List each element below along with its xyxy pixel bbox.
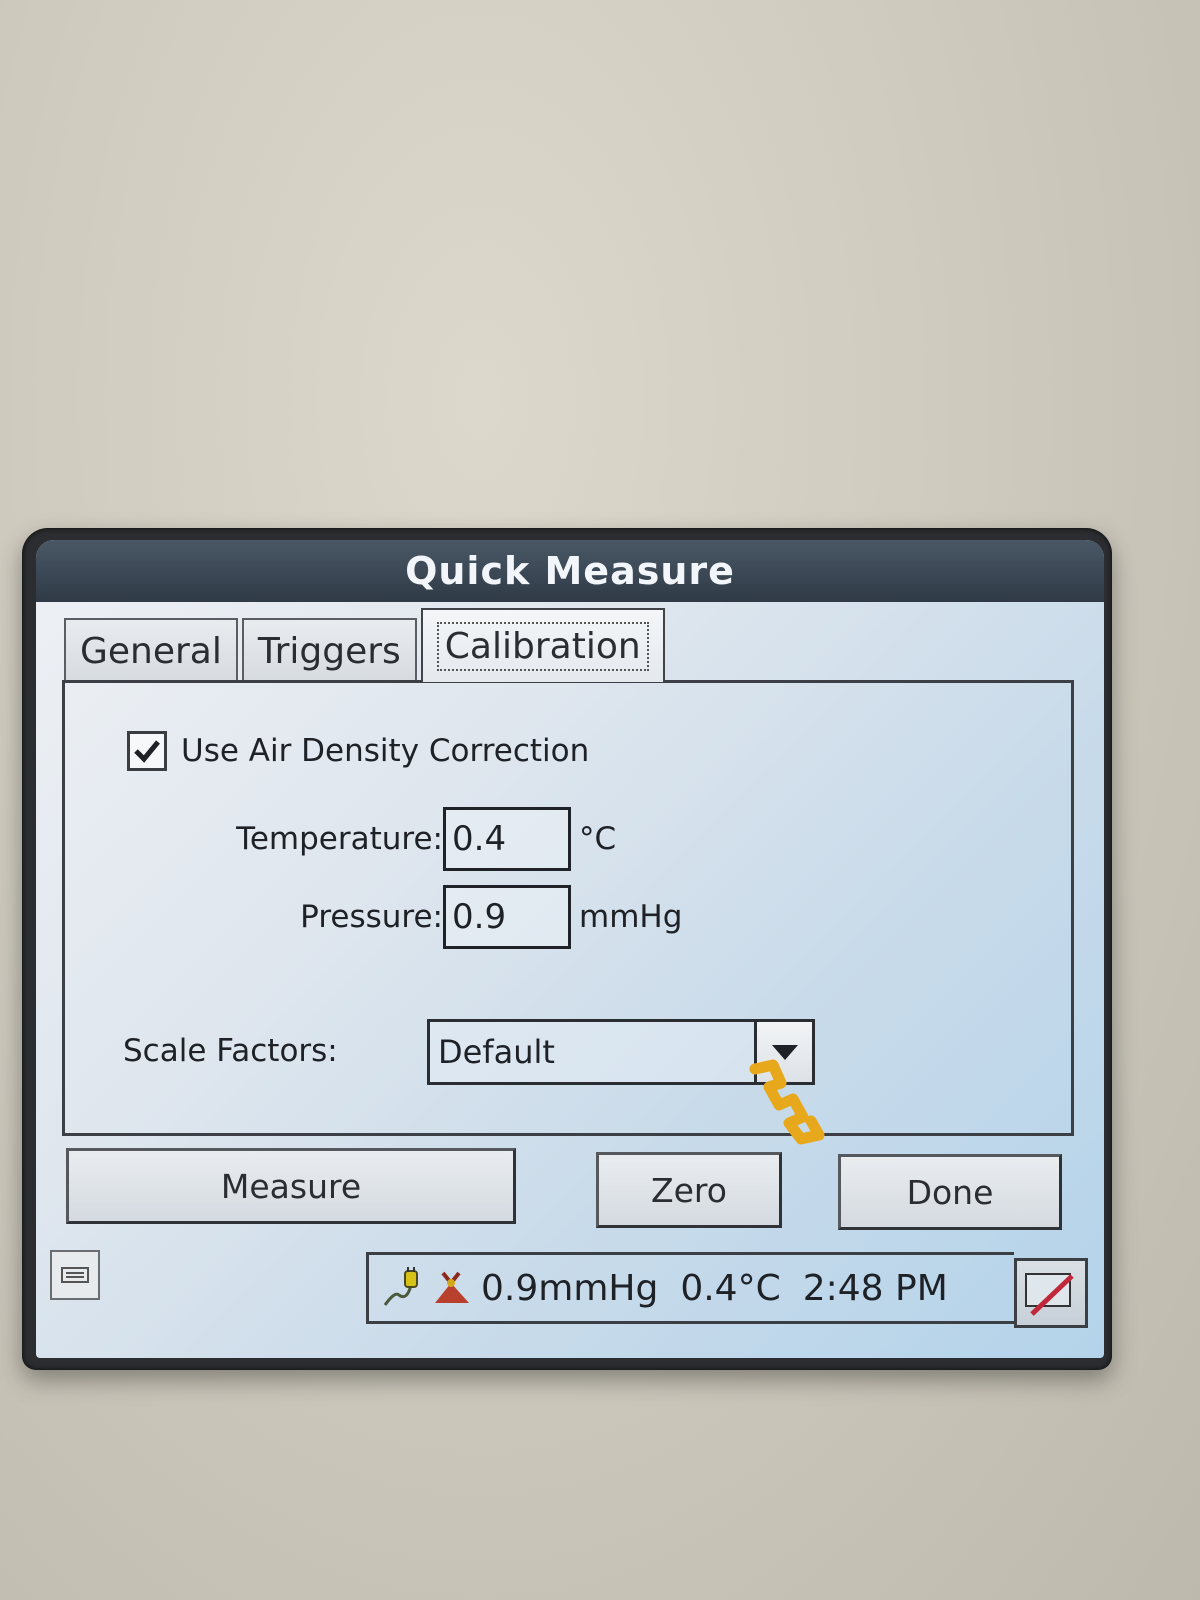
air-density-checkbox[interactable] [127, 731, 167, 771]
tool-status-icon[interactable] [429, 1265, 475, 1311]
taskbar: 0.9mmHg 0.4°C 2:48 PM [36, 1240, 1104, 1358]
title-bar: Quick Measure [36, 540, 1104, 602]
pressure-input[interactable]: 0.9 [443, 885, 571, 949]
tab-general-label: General [80, 630, 222, 672]
pen-glyph-icon [1025, 1273, 1074, 1316]
system-tray: 0.9mmHg 0.4°C 2:48 PM [366, 1252, 1014, 1324]
taskbar-clock[interactable]: 2:48 PM [803, 1268, 948, 1309]
tab-calibration[interactable]: Calibration [420, 608, 665, 682]
scale-factors-value: Default [438, 1033, 555, 1071]
done-button[interactable]: Done [838, 1154, 1062, 1230]
scale-factors-label: Scale Factors: [123, 1033, 338, 1069]
taskbar-temperature: 0.4°C [680, 1267, 781, 1309]
pressure-row: Pressure: 0.9 mmHg [233, 885, 682, 949]
tab-strip: General Triggers Calibration [64, 608, 669, 682]
busy-cursor-icon [749, 1059, 825, 1145]
calibration-panel: Use Air Density Correction Temperature: … [62, 680, 1074, 1145]
tab-general[interactable]: General [64, 618, 238, 682]
measure-button[interactable]: Measure [66, 1148, 516, 1224]
temperature-label: Temperature: [236, 821, 443, 857]
stylus-input-icon[interactable] [1014, 1258, 1088, 1328]
device-screen: Quick Measure General Triggers Calibrati… [36, 540, 1104, 1358]
tab-calibration-label: Calibration [436, 621, 649, 671]
power-plug-icon[interactable] [377, 1265, 423, 1311]
window-title: Quick Measure [405, 549, 735, 593]
tab-triggers-label: Triggers [257, 630, 401, 672]
temperature-unit: °C [579, 821, 617, 857]
checkmark-icon [134, 740, 160, 763]
air-density-row: Use Air Density Correction [127, 731, 589, 771]
temperature-row: Temperature: 0.4 °C [233, 807, 616, 871]
taskbar-pressure: 0.9mmHg [481, 1267, 659, 1309]
keyboard-glyph-icon [61, 1267, 89, 1283]
tab-triggers[interactable]: Triggers [241, 618, 417, 682]
keyboard-icon[interactable] [50, 1250, 100, 1300]
zero-button[interactable]: Zero [596, 1152, 782, 1228]
air-density-label: Use Air Density Correction [181, 733, 590, 769]
temperature-input[interactable]: 0.4 [443, 807, 571, 871]
pressure-label: Pressure: [300, 899, 443, 935]
pressure-unit: mmHg [579, 899, 683, 935]
